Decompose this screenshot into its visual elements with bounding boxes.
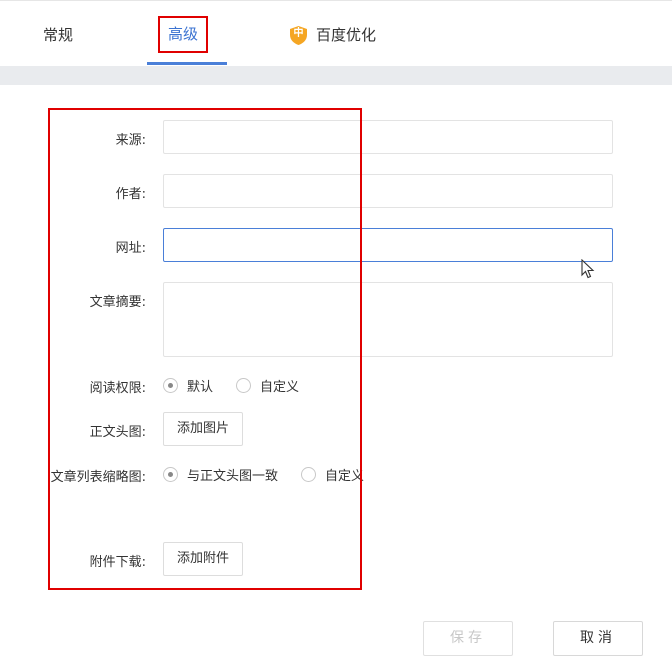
active-tab-indicator <box>147 62 227 65</box>
save-button[interactable]: 保存 <box>423 621 513 656</box>
read-permission-custom-label[interactable]: 自定义 <box>260 376 299 395</box>
header-image-label: 正文头图: <box>89 425 146 440</box>
read-permission-default-label[interactable]: 默认 <box>187 376 213 395</box>
read-permission-custom-radio[interactable] <box>236 378 252 393</box>
thumbnail-same-radio[interactable] <box>163 467 178 482</box>
author-input[interactable] <box>163 174 613 208</box>
source-label: 来源: <box>115 133 146 148</box>
read-permission-label: 阅读权限: <box>89 381 146 396</box>
tab-advanced[interactable]: 高级 <box>158 16 208 53</box>
tab-content-divider <box>0 66 672 85</box>
cancel-button[interactable]: 取消 <box>553 621 643 656</box>
add-image-button[interactable]: 添加图片 <box>163 412 244 446</box>
thumbnail-custom-radio[interactable] <box>301 467 317 482</box>
shield-icon: 中 <box>290 25 307 45</box>
tab-baidu-label: 百度优化 <box>316 26 377 44</box>
thumbnail-radio-group: 与正文头图一致 自定义 <box>163 465 387 484</box>
thumbnail-same-label[interactable]: 与正文头图一致 <box>187 465 278 484</box>
add-attachment-button[interactable]: 添加附件 <box>163 542 244 576</box>
attachment-label: 附件下载: <box>89 555 146 570</box>
url-input[interactable] <box>163 228 613 262</box>
source-input[interactable] <box>163 120 613 154</box>
summary-textarea[interactable] <box>163 282 613 357</box>
url-label: 网址: <box>115 241 146 256</box>
tab-baidu-optimization[interactable]: 中 百度优化 <box>290 16 376 54</box>
tab-bar: 常规 高级 中 百度优化 <box>0 0 672 66</box>
mouse-cursor-icon <box>581 259 595 279</box>
read-permission-radio-group: 默认 自定义 <box>163 376 322 395</box>
summary-label: 文章摘要: <box>89 295 146 310</box>
author-label: 作者: <box>115 187 146 202</box>
tab-general[interactable]: 常规 <box>43 16 73 54</box>
thumbnail-label: 文章列表缩略图: <box>50 470 146 485</box>
read-permission-default-radio[interactable] <box>163 378 178 393</box>
thumbnail-custom-label[interactable]: 自定义 <box>325 465 364 484</box>
